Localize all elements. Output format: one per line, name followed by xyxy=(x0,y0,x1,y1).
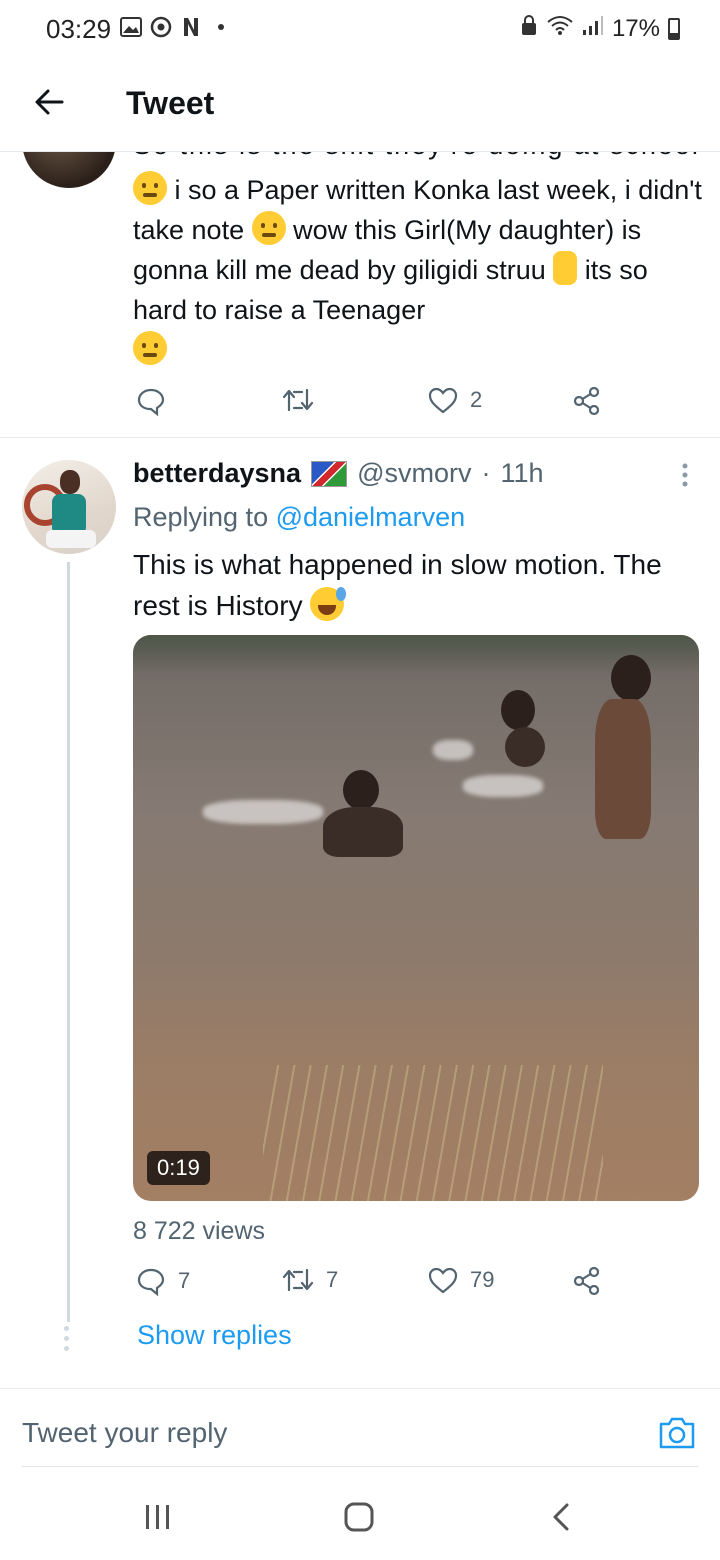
share-icon xyxy=(572,386,602,416)
like-count: 2 xyxy=(470,387,483,412)
view-count: 8 722 views xyxy=(133,1217,266,1245)
grinning-sweat-icon xyxy=(310,587,347,621)
status-bar: 03:29 17% xyxy=(0,0,720,60)
video-duration: 0:19 xyxy=(147,1151,210,1185)
reply-icon xyxy=(136,1266,166,1296)
pensive-face-icon xyxy=(251,211,286,245)
reply-tweet[interactable]: betterdaysna @svmorv · 11h Replying to @… xyxy=(0,438,720,1378)
retweet-button[interactable] xyxy=(282,386,326,414)
tweet-actions: 2 xyxy=(0,386,720,426)
share-button[interactable] xyxy=(572,1266,602,1296)
video-player[interactable]: 0:19 xyxy=(133,635,699,1201)
retweet-count: 7 xyxy=(326,1267,339,1292)
confused-face-icon xyxy=(133,171,167,205)
retweet-icon xyxy=(282,386,314,414)
parent-tweet[interactable]: So this is the shit they're doing at sch… xyxy=(0,152,720,438)
display-name[interactable]: betterdaysna xyxy=(133,458,301,489)
battery-icon xyxy=(668,17,680,40)
battery-percent: 17% xyxy=(611,14,660,42)
gallery-icon xyxy=(120,16,142,38)
camera-icon[interactable] xyxy=(658,1415,696,1451)
separator: · xyxy=(481,458,491,488)
like-button[interactable]: 2 xyxy=(428,386,482,414)
avatar[interactable] xyxy=(22,460,116,554)
status-right: 17% xyxy=(520,14,680,43)
top-app-bar: Tweet xyxy=(0,60,720,152)
crying-face-icon xyxy=(133,331,167,365)
reply-composer[interactable]: Tweet your reply xyxy=(0,1388,720,1468)
dot-icon xyxy=(210,16,232,38)
tweet-author-row[interactable]: betterdaysna @svmorv · 11h xyxy=(133,458,544,489)
user-handle[interactable]: @svmorv xyxy=(357,458,471,489)
namibia-flag-icon xyxy=(311,460,348,487)
tweet-time: 11h xyxy=(500,458,544,488)
retweet-button[interactable]: 7 xyxy=(282,1266,338,1294)
heart-icon xyxy=(428,386,458,414)
tweet-text: i so a Paper written Konka last week, i … xyxy=(133,170,703,370)
reply-button[interactable] xyxy=(136,386,178,416)
wifi-icon xyxy=(546,14,574,43)
more-options-icon[interactable] xyxy=(680,462,690,488)
share-icon xyxy=(572,1266,602,1296)
signal-icon xyxy=(582,14,604,43)
reply-count: 7 xyxy=(178,1268,191,1293)
like-button[interactable]: 79 xyxy=(428,1266,494,1294)
back-arrow-icon[interactable] xyxy=(30,82,70,122)
reply-icon xyxy=(136,386,166,416)
retweet-icon xyxy=(282,1266,314,1294)
divider xyxy=(22,1466,698,1467)
reply-button[interactable]: 7 xyxy=(136,1266,190,1296)
share-button[interactable] xyxy=(572,386,602,416)
tweet-actions: 7 7 79 xyxy=(0,1266,720,1302)
tweet-text: This is what happened in slow motion. Th… xyxy=(133,544,693,626)
thread-line xyxy=(67,562,70,1322)
lock-icon xyxy=(520,14,538,43)
home-icon[interactable] xyxy=(344,1502,374,1532)
reply-input[interactable]: Tweet your reply xyxy=(22,1417,227,1449)
like-count: 79 xyxy=(470,1267,495,1292)
heart-icon xyxy=(428,1266,458,1294)
replying-to: Replying to @danielmarven xyxy=(133,502,465,533)
chrome-icon xyxy=(150,16,172,38)
show-replies-link[interactable]: Show replies xyxy=(137,1320,292,1351)
system-nav-bar xyxy=(0,1470,720,1560)
status-left-icons xyxy=(120,16,232,38)
page-title: Tweet xyxy=(126,85,215,121)
status-time: 03:29 xyxy=(46,14,112,44)
replying-prefix: Replying to xyxy=(133,502,276,532)
back-icon[interactable] xyxy=(550,1502,572,1532)
thread-dots xyxy=(64,1326,72,1351)
crossed-fingers-icon xyxy=(553,251,578,285)
recents-icon[interactable] xyxy=(144,1504,172,1530)
clipped-tweet-line: So this is the shit they're doing at sch… xyxy=(133,152,700,161)
tweet-text-body: This is what happened in slow motion. Th… xyxy=(133,549,662,621)
avatar[interactable] xyxy=(22,152,116,188)
replying-to-link[interactable]: @danielmarven xyxy=(276,502,466,532)
netflix-icon xyxy=(180,16,202,38)
